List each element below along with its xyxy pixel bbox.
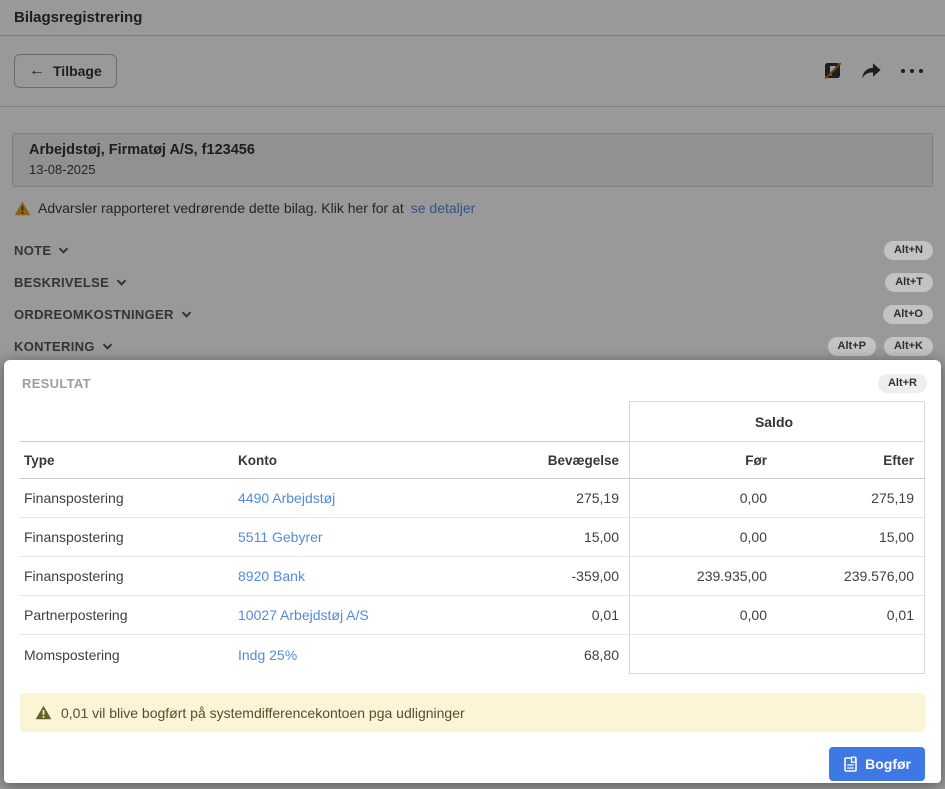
result-table: Saldo Type Konto Bevægelse Før Efter Fin… [20, 401, 925, 674]
cell-type: Finanspostering [20, 479, 234, 518]
bogfoer-button-label: Bogfør [865, 756, 911, 772]
konto-link[interactable]: Indg 25% [238, 647, 297, 663]
cell-foer [629, 635, 777, 674]
shortcut-badge-resultat: Alt+R [878, 374, 927, 393]
system-difference-warning-text: 0,01 vil blive bogført på systemdifferen… [61, 705, 465, 721]
cell-efter: 15,00 [777, 518, 925, 557]
column-header-bevaegelse: Bevægelse [454, 441, 629, 479]
bogfoer-button[interactable]: Bogfør [829, 747, 925, 781]
cell-efter: 239.576,00 [777, 557, 925, 596]
column-header-type: Type [20, 441, 234, 479]
cell-foer: 239.935,00 [629, 557, 777, 596]
resultat-footer: Bogfør [20, 747, 925, 781]
cell-bevaegelse: 15,00 [454, 518, 629, 557]
cell-type: Partnerpostering [20, 596, 234, 635]
resultat-title: RESULTAT [22, 376, 91, 391]
konto-link[interactable]: 5511 Gebyrer [238, 529, 323, 545]
cell-type: Finanspostering [20, 557, 234, 596]
cell-type: Momspostering [20, 635, 234, 674]
cell-efter: 275,19 [777, 479, 925, 518]
shortcut-badge-beskrivelse: Alt+T [885, 273, 933, 292]
column-group-saldo: Saldo [629, 401, 925, 441]
resultat-header: RESULTAT Alt+R [16, 372, 929, 393]
cell-bevaegelse: 0,01 [454, 596, 629, 635]
cell-efter: 0,01 [777, 596, 925, 635]
column-header-efter: Efter [777, 441, 925, 479]
konto-link[interactable]: 8920 Bank [238, 568, 305, 584]
cell-bevaegelse: -359,00 [454, 557, 629, 596]
shortcut-badge-kontering-p: Alt+P [828, 337, 876, 356]
cell-foer: 0,00 [629, 596, 777, 635]
bilagsregistrering-page: Bilagsregistrering ← Tilbage [0, 0, 945, 789]
cell-bevaegelse: 68,80 [454, 635, 629, 674]
warning-triangle-dark-icon [35, 705, 52, 720]
cell-foer: 0,00 [629, 479, 777, 518]
cell-efter [777, 635, 925, 674]
konto-link[interactable]: 4490 Arbejdstøj [238, 490, 335, 506]
column-header-konto: Konto [234, 441, 454, 479]
cell-type: Finanspostering [20, 518, 234, 557]
cell-bevaegelse: 275,19 [454, 479, 629, 518]
resultat-panel: RESULTAT Alt+R Saldo Type Konto Bevægels… [4, 360, 941, 783]
konto-link[interactable]: 10027 Arbejdstøj A/S [238, 607, 369, 623]
column-header-foer: Før [629, 441, 777, 479]
system-difference-warning: 0,01 vil blive bogført på systemdifferen… [20, 693, 925, 732]
shortcut-badge-kontering-k: Alt+K [884, 337, 933, 356]
shortcut-badge-note: Alt+N [884, 241, 933, 260]
cell-foer: 0,00 [629, 518, 777, 557]
shortcut-badge-ordreomkostninger: Alt+O [883, 305, 933, 324]
post-journal-icon [843, 756, 858, 773]
